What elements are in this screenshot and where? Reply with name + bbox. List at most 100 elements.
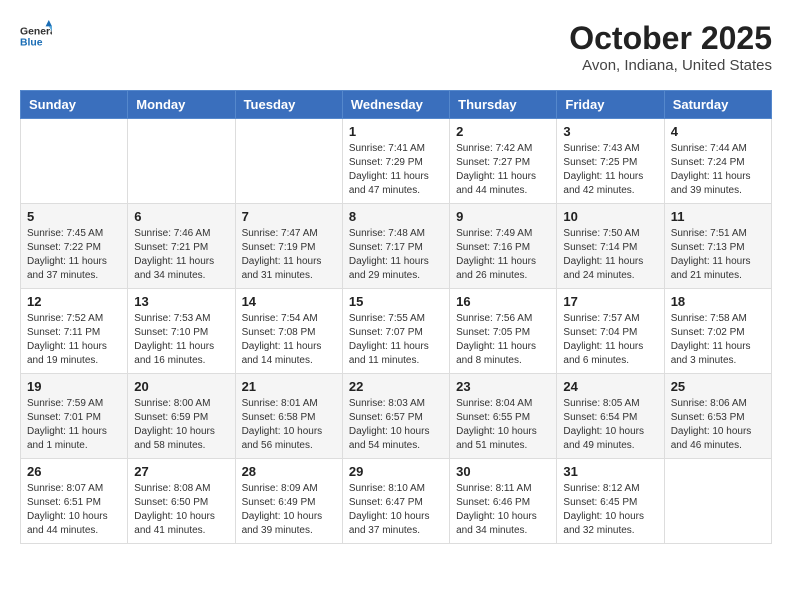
calendar-cell — [21, 119, 128, 204]
svg-text:General: General — [20, 26, 52, 37]
day-number: 17 — [563, 294, 657, 309]
title-block: October 2025 Avon, Indiana, United State… — [569, 20, 772, 74]
day-info: Sunrise: 7:42 AM Sunset: 7:27 PM Dayligh… — [456, 142, 550, 198]
day-number: 29 — [349, 464, 443, 479]
weekday-header: Thursday — [450, 91, 557, 119]
day-info: Sunrise: 7:57 AM Sunset: 7:04 PM Dayligh… — [563, 312, 657, 368]
day-number: 23 — [456, 379, 550, 394]
calendar-cell: 31Sunrise: 8:12 AM Sunset: 6:45 PM Dayli… — [557, 459, 664, 544]
calendar-cell: 19Sunrise: 7:59 AM Sunset: 7:01 PM Dayli… — [21, 374, 128, 459]
day-number: 25 — [671, 379, 765, 394]
day-info: Sunrise: 7:51 AM Sunset: 7:13 PM Dayligh… — [671, 227, 765, 283]
calendar-cell: 22Sunrise: 8:03 AM Sunset: 6:57 PM Dayli… — [342, 374, 449, 459]
calendar-cell: 5 Sunrise: 7:45 AM Sunset: 7:22 PM Daylig… — [21, 204, 128, 289]
calendar-cell: 1 Sunrise: 7:41 AM Sunset: 7:29 PM Daylig… — [342, 119, 449, 204]
calendar-cell: 3 Sunrise: 7:43 AM Sunset: 7:25 PM Daylig… — [557, 119, 664, 204]
calendar-week-row: 5 Sunrise: 7:45 AM Sunset: 7:22 PM Daylig… — [21, 204, 772, 289]
calendar-cell: 26 Sunrise: 8:07 AM Sunset: 6:51 PM Dayli… — [21, 459, 128, 544]
weekday-header: Monday — [128, 91, 235, 119]
logo-icon: General Blue — [20, 20, 52, 52]
calendar-cell: 24 Sunrise: 8:05 AM Sunset: 6:54 PM Dayli… — [557, 374, 664, 459]
logo: General Blue — [20, 20, 52, 52]
day-number: 2 — [456, 124, 550, 139]
day-info: Sunrise: 8:07 AM Sunset: 6:51 PM Dayligh… — [27, 482, 121, 538]
day-number: 1 — [349, 124, 443, 139]
calendar-cell: 2 Sunrise: 7:42 AM Sunset: 7:27 PM Daylig… — [450, 119, 557, 204]
day-info: Sunrise: 7:43 AM Sunset: 7:25 PM Dayligh… — [563, 142, 657, 198]
day-number: 24 — [563, 379, 657, 394]
day-number: 18 — [671, 294, 765, 309]
calendar-cell: 17 Sunrise: 7:57 AM Sunset: 7:04 PM Dayli… — [557, 289, 664, 374]
day-number: 3 — [563, 124, 657, 139]
calendar-cell — [235, 119, 342, 204]
day-number: 15 — [349, 294, 443, 309]
calendar-cell: 9 Sunrise: 7:49 AM Sunset: 7:16 PM Daylig… — [450, 204, 557, 289]
weekday-header: Tuesday — [235, 91, 342, 119]
calendar-cell: 28Sunrise: 8:09 AM Sunset: 6:49 PM Dayli… — [235, 459, 342, 544]
day-number: 9 — [456, 209, 550, 224]
day-info: Sunrise: 7:50 AM Sunset: 7:14 PM Dayligh… — [563, 227, 657, 283]
day-info: Sunrise: 7:41 AM Sunset: 7:29 PM Dayligh… — [349, 142, 443, 198]
calendar-week-row: 12 Sunrise: 7:52 AM Sunset: 7:11 PM Dayli… — [21, 289, 772, 374]
day-number: 16 — [456, 294, 550, 309]
calendar-cell: 30 Sunrise: 8:11 AM Sunset: 6:46 PM Dayli… — [450, 459, 557, 544]
day-info: Sunrise: 8:06 AM Sunset: 6:53 PM Dayligh… — [671, 397, 765, 453]
calendar-cell — [664, 459, 771, 544]
day-number: 7 — [242, 209, 336, 224]
day-info: Sunrise: 8:04 AM Sunset: 6:55 PM Dayligh… — [456, 397, 550, 453]
calendar-cell: 16Sunrise: 7:56 AM Sunset: 7:05 PM Dayli… — [450, 289, 557, 374]
calendar-cell: 15 Sunrise: 7:55 AM Sunset: 7:07 PM Dayli… — [342, 289, 449, 374]
calendar-cell: 13Sunrise: 7:53 AM Sunset: 7:10 PM Dayli… — [128, 289, 235, 374]
calendar-cell: 4Sunrise: 7:44 AM Sunset: 7:24 PM Daylig… — [664, 119, 771, 204]
day-info: Sunrise: 7:55 AM Sunset: 7:07 PM Dayligh… — [349, 312, 443, 368]
weekday-header: Friday — [557, 91, 664, 119]
day-number: 28 — [242, 464, 336, 479]
weekday-header: Sunday — [21, 91, 128, 119]
calendar-week-row: 1 Sunrise: 7:41 AM Sunset: 7:29 PM Daylig… — [21, 119, 772, 204]
day-info: Sunrise: 7:53 AM Sunset: 7:10 PM Dayligh… — [134, 312, 228, 368]
calendar-cell — [128, 119, 235, 204]
day-info: Sunrise: 7:49 AM Sunset: 7:16 PM Dayligh… — [456, 227, 550, 283]
day-number: 11 — [671, 209, 765, 224]
calendar-cell: 12 Sunrise: 7:52 AM Sunset: 7:11 PM Dayli… — [21, 289, 128, 374]
day-info: Sunrise: 7:54 AM Sunset: 7:08 PM Dayligh… — [242, 312, 336, 368]
month-title: October 2025 — [569, 20, 772, 57]
day-info: Sunrise: 7:45 AM Sunset: 7:22 PM Dayligh… — [27, 227, 121, 283]
day-number: 22 — [349, 379, 443, 394]
day-info: Sunrise: 7:52 AM Sunset: 7:11 PM Dayligh… — [27, 312, 121, 368]
page-header: General Blue October 2025 Avon, Indiana,… — [20, 20, 772, 74]
calendar-cell: 11 Sunrise: 7:51 AM Sunset: 7:13 PM Dayli… — [664, 204, 771, 289]
day-number: 6 — [134, 209, 228, 224]
day-info: Sunrise: 8:10 AM Sunset: 6:47 PM Dayligh… — [349, 482, 443, 538]
day-info: Sunrise: 8:05 AM Sunset: 6:54 PM Dayligh… — [563, 397, 657, 453]
calendar-cell: 25 Sunrise: 8:06 AM Sunset: 6:53 PM Dayli… — [664, 374, 771, 459]
day-info: Sunrise: 8:01 AM Sunset: 6:58 PM Dayligh… — [242, 397, 336, 453]
day-number: 26 — [27, 464, 121, 479]
calendar-cell: 10 Sunrise: 7:50 AM Sunset: 7:14 PM Dayli… — [557, 204, 664, 289]
day-number: 20 — [134, 379, 228, 394]
day-number: 14 — [242, 294, 336, 309]
day-number: 19 — [27, 379, 121, 394]
weekday-header-row: SundayMondayTuesdayWednesdayThursdayFrid… — [21, 91, 772, 119]
calendar-cell: 21 Sunrise: 8:01 AM Sunset: 6:58 PM Dayli… — [235, 374, 342, 459]
day-number: 31 — [563, 464, 657, 479]
day-info: Sunrise: 7:46 AM Sunset: 7:21 PM Dayligh… — [134, 227, 228, 283]
day-number: 8 — [349, 209, 443, 224]
day-info: Sunrise: 7:48 AM Sunset: 7:17 PM Dayligh… — [349, 227, 443, 283]
day-number: 27 — [134, 464, 228, 479]
calendar-cell: 14 Sunrise: 7:54 AM Sunset: 7:08 PM Dayli… — [235, 289, 342, 374]
calendar-cell: 6 Sunrise: 7:46 AM Sunset: 7:21 PM Daylig… — [128, 204, 235, 289]
day-number: 30 — [456, 464, 550, 479]
calendar-cell: 27Sunrise: 8:08 AM Sunset: 6:50 PM Dayli… — [128, 459, 235, 544]
day-number: 5 — [27, 209, 121, 224]
day-info: Sunrise: 7:44 AM Sunset: 7:24 PM Dayligh… — [671, 142, 765, 198]
svg-text:Blue: Blue — [20, 38, 43, 49]
calendar-cell: 20Sunrise: 8:00 AM Sunset: 6:59 PM Dayli… — [128, 374, 235, 459]
day-number: 21 — [242, 379, 336, 394]
calendar-table: SundayMondayTuesdayWednesdayThursdayFrid… — [20, 90, 772, 544]
day-number: 10 — [563, 209, 657, 224]
day-info: Sunrise: 8:11 AM Sunset: 6:46 PM Dayligh… — [456, 482, 550, 538]
day-info: Sunrise: 7:47 AM Sunset: 7:19 PM Dayligh… — [242, 227, 336, 283]
calendar-cell: 8 Sunrise: 7:48 AM Sunset: 7:17 PM Daylig… — [342, 204, 449, 289]
day-number: 12 — [27, 294, 121, 309]
